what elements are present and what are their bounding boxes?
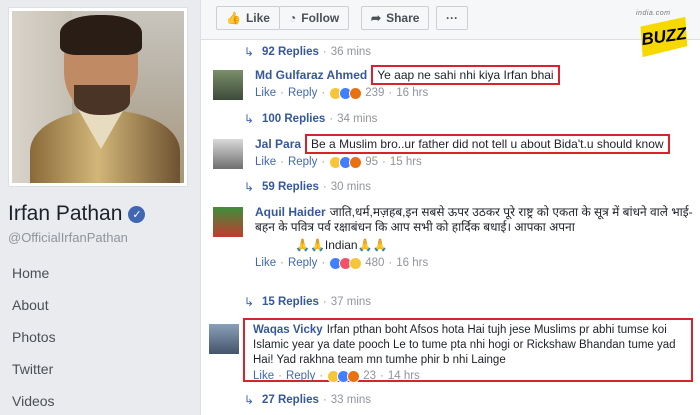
- logo-buzz-text: BUZZ: [636, 17, 692, 58]
- nav-item-home[interactable]: Home: [0, 257, 200, 289]
- avatar[interactable]: [209, 324, 239, 354]
- reply-arrow-icon: ↳: [244, 180, 255, 194]
- comment-like-link[interactable]: Like: [255, 155, 276, 170]
- avatar[interactable]: [213, 70, 243, 100]
- profile-photo: [12, 11, 184, 183]
- reply-arrow-icon: ↳: [244, 112, 255, 126]
- comment-author[interactable]: Md Gulfaraz Ahmed: [255, 68, 367, 82]
- thumbs-up-icon: 👍: [226, 11, 241, 25]
- comment-time: 16 hrs: [396, 87, 429, 99]
- verified-badge-icon: ✓: [128, 205, 146, 223]
- separator-dot: ·: [322, 181, 327, 193]
- share-label: Share: [386, 11, 420, 25]
- avatar[interactable]: [213, 139, 243, 169]
- view-replies-link[interactable]: ↳ 27 Replies · 33 mins: [244, 393, 371, 407]
- comment-author[interactable]: Jal Para: [255, 137, 301, 151]
- reply-arrow-icon: ↳: [244, 393, 255, 407]
- reply-time: 30 mins: [330, 181, 372, 193]
- view-replies-link[interactable]: ↳ 59 Replies · 30 mins: [244, 180, 371, 194]
- separator-dot: ·: [329, 113, 334, 125]
- comment-like-link[interactable]: Like: [253, 369, 274, 384]
- comment-like-link[interactable]: Like: [255, 256, 276, 271]
- reactions-summary[interactable]: 23: [327, 369, 376, 384]
- reactions-summary[interactable]: 480: [329, 256, 384, 271]
- page-action-bar: 👍 Like ◔ Follow ➦ Share ···: [201, 0, 700, 40]
- comment-reply-link[interactable]: Reply: [286, 369, 315, 384]
- angry-reaction-icon: [349, 87, 363, 100]
- page-name-text[interactable]: Irfan Pathan: [8, 202, 122, 226]
- view-replies-link[interactable]: ↳ 15 Replies · 37 mins: [244, 295, 371, 309]
- view-replies-link[interactable]: ↳ 92 Replies · 36 mins: [244, 45, 371, 59]
- share-arrow-icon: ➦: [371, 11, 382, 25]
- reply-time: 37 mins: [330, 296, 372, 308]
- comment-time: 14 hrs: [387, 370, 420, 382]
- reply-count[interactable]: 27 Replies: [262, 394, 319, 406]
- separator-dot: ·: [322, 394, 327, 406]
- reply-count[interactable]: 15 Replies: [262, 296, 319, 308]
- comment-reply-link[interactable]: Reply: [288, 256, 317, 271]
- angry-reaction-icon: [347, 370, 361, 383]
- nav-item-videos[interactable]: Videos: [0, 385, 200, 415]
- nav-item-twitter[interactable]: Twitter: [0, 353, 200, 385]
- separator-dot: ·: [322, 296, 327, 308]
- wow-reaction-icon: [349, 257, 363, 270]
- profile-sidebar: Irfan Pathan ✓ @OfficialIrfanPathan Home…: [0, 0, 200, 415]
- page-nav: Home About Photos Twitter Videos: [0, 257, 200, 415]
- reply-count[interactable]: 100 Replies: [262, 113, 325, 125]
- reaction-count: 239: [365, 87, 385, 99]
- logo-site-text: india.com: [636, 10, 671, 17]
- reactions-summary[interactable]: 239: [329, 86, 384, 101]
- comment-author[interactable]: Aquil Haider: [255, 205, 326, 219]
- comment-time: 15 hrs: [389, 156, 422, 168]
- more-options-icon: ···: [446, 11, 458, 25]
- view-replies-link[interactable]: ↳ 100 Replies · 34 mins: [244, 112, 377, 126]
- profile-picture[interactable]: [8, 7, 188, 187]
- reply-count[interactable]: 59 Replies: [262, 181, 319, 193]
- nav-item-photos[interactable]: Photos: [0, 321, 200, 353]
- reply-arrow-icon: ↳: [244, 45, 255, 59]
- comment-text: Ye aap ne sahi nhi kiya Irfan bhai: [371, 65, 560, 85]
- comments-panel: 👍 Like ◔ Follow ➦ Share ··· india.com BU…: [200, 0, 700, 415]
- page-title[interactable]: Irfan Pathan ✓: [8, 202, 146, 226]
- reaction-count: 95: [365, 156, 378, 168]
- like-page-button[interactable]: 👍 Like: [216, 6, 280, 30]
- comment-time: 16 hrs: [396, 257, 429, 269]
- reaction-count: 480: [365, 257, 385, 269]
- follow-label: Follow: [301, 11, 340, 25]
- comment-author[interactable]: Waqas Vicky: [253, 324, 323, 336]
- share-button[interactable]: ➦ Share: [361, 6, 430, 30]
- reactions-summary[interactable]: 95: [329, 155, 378, 170]
- comment-reply-link[interactable]: Reply: [288, 155, 317, 170]
- follow-button[interactable]: ◔ Follow: [279, 6, 350, 30]
- nav-item-about[interactable]: About: [0, 289, 200, 321]
- reply-time: 34 mins: [337, 113, 378, 125]
- comment-text: Be a Muslim bro..ur father did not tell …: [305, 134, 670, 154]
- highlighted-comment: Waqas Vicky Irfan pthan boht Afsos hota H…: [243, 318, 693, 384]
- comment-like-link[interactable]: Like: [255, 86, 276, 101]
- comment-reply-link[interactable]: Reply: [288, 86, 317, 101]
- like-page-label: Like: [245, 11, 270, 25]
- separator-dot: ·: [322, 46, 327, 58]
- india-com-buzz-logo: india.com BUZZ: [634, 10, 696, 56]
- angry-reaction-icon: [349, 156, 363, 169]
- reply-time: 36 mins: [330, 46, 372, 58]
- reply-time: 33 mins: [330, 394, 372, 406]
- page-handle: @OfficialIrfanPathan: [8, 230, 128, 245]
- reply-count[interactable]: 92 Replies: [262, 46, 319, 58]
- reaction-count: 23: [363, 370, 376, 382]
- avatar[interactable]: [213, 207, 243, 237]
- comment-text-signoff: 🙏🙏Indian🙏🙏: [295, 238, 388, 252]
- more-options-button[interactable]: ···: [436, 6, 468, 30]
- reply-arrow-icon: ↳: [244, 295, 255, 309]
- rss-icon: ◔: [289, 11, 297, 25]
